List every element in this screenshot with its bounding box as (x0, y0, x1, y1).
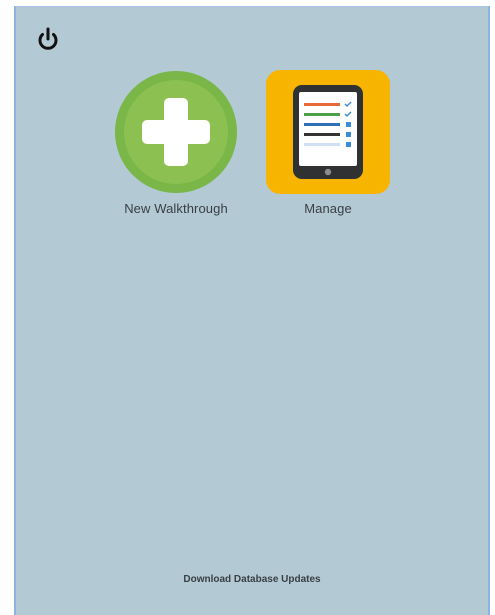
app-screen: New Walkthrough Manage Download Database… (14, 6, 490, 615)
manage-label: Manage (304, 201, 352, 216)
new-walkthrough-tile[interactable]: New Walkthrough (101, 70, 251, 216)
tablet-checklist-icon (266, 70, 390, 194)
power-button[interactable] (35, 26, 61, 52)
download-database-updates-link[interactable]: Download Database Updates (16, 574, 488, 585)
plus-circle-icon (115, 71, 237, 193)
manage-tile[interactable]: Manage (253, 70, 403, 216)
power-icon (38, 27, 58, 50)
new-walkthrough-label: New Walkthrough (124, 201, 228, 216)
